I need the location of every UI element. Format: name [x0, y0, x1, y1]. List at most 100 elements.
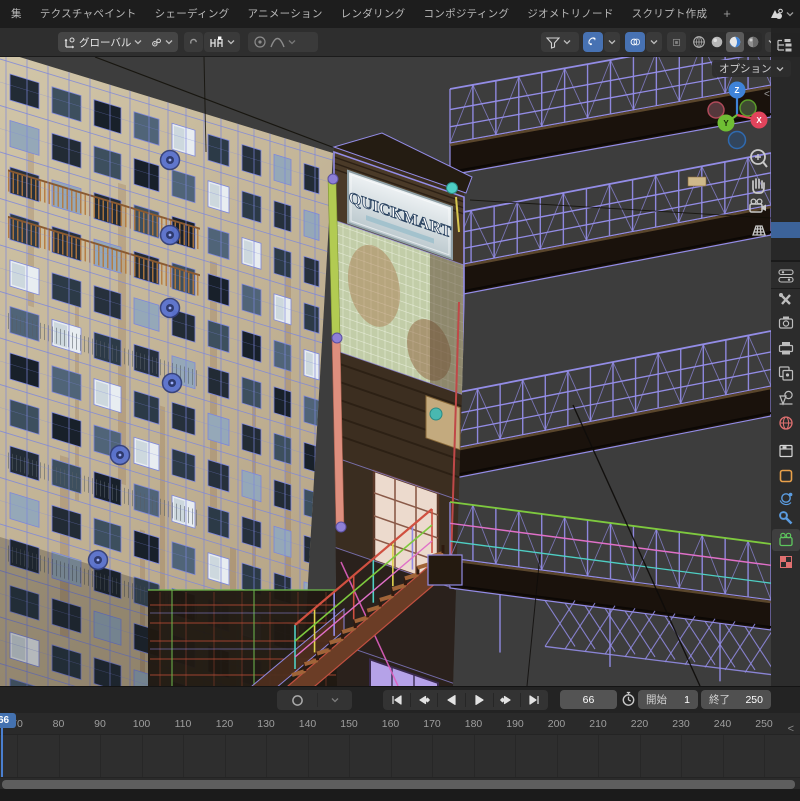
track-gridline [515, 735, 516, 777]
play-forward-button[interactable] [466, 690, 493, 710]
frame-end-field[interactable]: 終了 250 [701, 690, 771, 709]
workspace-tab-7[interactable]: スクリプト作成 [623, 0, 717, 28]
options-label: オプション [719, 61, 772, 76]
shading-wireframe-button[interactable] [690, 32, 708, 52]
ac-fan-gizmo [89, 551, 108, 570]
playhead-frame-badge[interactable]: 66 [0, 713, 16, 728]
transform-orientation-icon [63, 36, 76, 49]
timeline-scroll-area [0, 777, 800, 789]
auto-key-record-button[interactable] [277, 690, 317, 710]
scene-selector[interactable] [768, 6, 794, 22]
timeline-scrollbar[interactable] [2, 780, 795, 789]
properties-tab-collection[interactable] [780, 446, 792, 457]
overlays-icon [630, 35, 640, 49]
axis-neg-x[interactable] [708, 102, 724, 118]
track-gridline [17, 735, 18, 777]
properties-tab-editor-type[interactable] [779, 270, 793, 282]
properties-tab-world[interactable] [780, 417, 792, 429]
viewport-sidebar-toggle[interactable]: < [764, 89, 770, 100]
jump-to-prev-keyframe-button[interactable] [411, 690, 438, 710]
timeline-ruler[interactable]: 7080901001101201301401501601701801902002… [0, 713, 800, 735]
properties-tab-scene[interactable] [780, 391, 793, 404]
workspace-tab-5[interactable]: コンポジティング [414, 0, 518, 28]
overlays-dropdown[interactable] [646, 32, 662, 52]
play-forward-icon [472, 693, 487, 707]
shading-mode-group [690, 32, 762, 52]
viewport-header: グローバル [0, 28, 771, 57]
track-gridline [225, 735, 226, 777]
ruler-tick-160: 160 [382, 718, 400, 730]
tool-options-dropdown[interactable]: オプション [712, 60, 791, 77]
timeline-collapse-arrow[interactable]: < [788, 723, 794, 735]
gizmos-toggle-button[interactable] [583, 32, 603, 52]
add-workspace-button[interactable]: + [716, 1, 738, 27]
teal-gizmo [430, 408, 442, 420]
xray-toggle-button[interactable] [667, 32, 686, 52]
workspace-tab-1[interactable]: テクスチャペイント [31, 0, 146, 28]
properties-tab-modifiers[interactable] [780, 512, 791, 523]
current-frame-field[interactable]: 66 [560, 690, 617, 709]
timeline-tracks[interactable] [0, 735, 800, 777]
gizmos-dropdown[interactable] [604, 32, 620, 52]
properties-tab-view-layer[interactable] [780, 367, 793, 380]
topbar: 集テクスチャペイントシェーディングアニメーションレンダリングコンポジティングジオ… [0, 0, 800, 28]
gizmo-icon [588, 35, 598, 49]
svg-text:Z: Z [735, 86, 740, 95]
jump-to-start-button[interactable] [383, 690, 410, 710]
shading-rendered-icon [746, 35, 760, 49]
auto-key-dropdown[interactable] [318, 690, 351, 710]
proportional-editing-group[interactable] [248, 32, 318, 52]
workspace-tab-3[interactable]: アニメーション [238, 0, 331, 28]
ruler-tick-170: 170 [423, 718, 441, 730]
snap-target-dropdown[interactable] [146, 32, 178, 52]
chevron-down-icon [608, 39, 616, 45]
workspace-tab-2[interactable]: シェーディング [146, 0, 239, 28]
shading-material-button[interactable] [726, 32, 744, 52]
properties-tab-tool[interactable] [779, 293, 790, 304]
outliner-icon[interactable] [776, 38, 793, 53]
snap-toggle-button[interactable] [184, 32, 203, 52]
auto-key-group [277, 690, 352, 710]
blender-window: { "topbar": { "tabs": ["集", "テクスチャペイント",… [0, 0, 800, 800]
workspace-tabs: 集テクスチャペイントシェーディングアニメーションレンダリングコンポジティングジオ… [2, 0, 716, 28]
falloff-icon [270, 36, 285, 48]
shading-solid-button[interactable] [708, 32, 726, 52]
outliner-selected-row[interactable] [771, 222, 800, 238]
properties-tab-physics[interactable] [780, 493, 792, 505]
show-object-types-dropdown[interactable] [541, 32, 579, 52]
stopwatch-icon[interactable] [621, 691, 636, 707]
overlays-toggle-button[interactable] [625, 32, 645, 52]
jump-to-end-button[interactable] [521, 690, 548, 710]
viewport-3d[interactable]: QUICKMARTZYX< [0, 57, 771, 686]
ruler-tick-230: 230 [672, 718, 690, 730]
ruler-tick-250: 250 [755, 718, 773, 730]
ac-fan-gizmo [111, 446, 130, 465]
ac-fan-gizmo [163, 374, 182, 393]
axis-neg-z[interactable] [729, 132, 746, 149]
ac-fan-gizmo [161, 151, 180, 170]
snap-with-dropdown[interactable] [204, 32, 240, 52]
shading-rendered-button[interactable] [744, 32, 762, 52]
jump-to-next-keyframe-icon [499, 693, 514, 707]
workspace-tab-0[interactable]: 集 [2, 0, 31, 28]
jump-to-prev-keyframe-icon [416, 693, 431, 707]
snap-target-icon [151, 36, 162, 49]
snap-magnet-icon [189, 36, 198, 49]
properties-tab-object[interactable] [781, 471, 792, 482]
frame-start-field[interactable]: 開始 1 [638, 690, 698, 709]
workspace-tab-4[interactable]: レンダリング [332, 0, 415, 28]
properties-tab-render[interactable] [780, 317, 793, 329]
ac-fan-gizmo [161, 299, 180, 318]
properties-tab-texture[interactable] [781, 557, 792, 568]
track-gridline [183, 735, 184, 777]
cyan-gizmo [447, 183, 458, 194]
ruler-tick-110: 110 [175, 718, 192, 730]
ruler-tick-200: 200 [548, 718, 566, 730]
track-gridline [557, 735, 558, 777]
play-reverse-button[interactable] [438, 690, 465, 710]
jump-to-next-keyframe-button[interactable] [494, 690, 521, 710]
track-gridline [598, 735, 599, 777]
properties-tab-output[interactable] [780, 342, 793, 355]
workspace-tab-6[interactable]: ジオメトリノード [518, 0, 622, 28]
ruler-tick-180: 180 [465, 718, 483, 730]
